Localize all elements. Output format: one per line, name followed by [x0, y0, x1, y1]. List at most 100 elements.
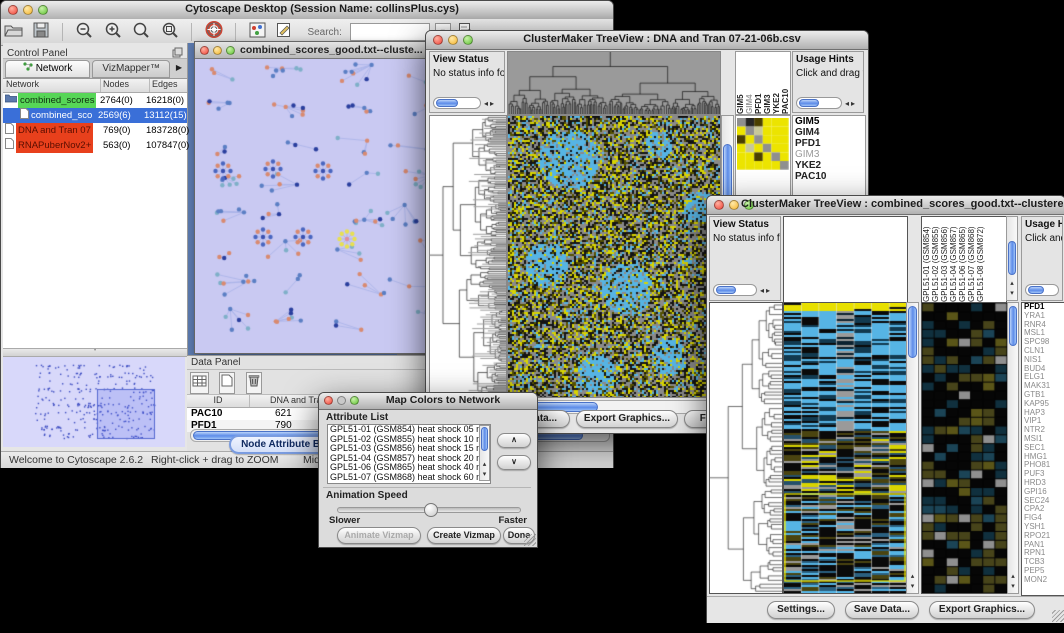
zoom-out-icon[interactable] — [75, 21, 93, 43]
close-button[interactable] — [200, 46, 209, 55]
dialog-title: Map Colors to Network — [359, 394, 527, 406]
file-icon — [3, 108, 29, 123]
save-data-button[interactable]: Save Data... — [845, 601, 919, 619]
gene-dendrogram[interactable] — [429, 115, 507, 398]
minimize-button[interactable] — [729, 200, 739, 210]
array-labels-scrollbar[interactable]: ▴ ▾ — [1006, 216, 1018, 301]
minimize-button[interactable] — [23, 5, 33, 15]
dialog-titlebar[interactable]: Map Colors to Network — [319, 393, 537, 410]
zoom-fit-icon[interactable] — [132, 21, 150, 43]
network-row[interactable]: DNA and Tran 07 769(0) 183728(0) — [3, 123, 187, 138]
treeview2-titlebar[interactable]: ClusterMaker TreeView : combined_scores_… — [707, 196, 1064, 215]
tab-vizmapper[interactable]: VizMapper™ — [92, 60, 170, 78]
help-lifesaver-icon[interactable] — [205, 21, 223, 43]
close-button[interactable] — [8, 5, 18, 15]
network-row[interactable]: RNAPuberNov2+ 563(0) 107847(0) — [3, 138, 187, 153]
array-label[interactable]: GPL51-07 (GSM868) — [967, 217, 976, 302]
resize-grip[interactable] — [1052, 610, 1064, 622]
array-label[interactable]: YKE2 — [772, 52, 781, 114]
gene-label[interactable]: YKE2 — [793, 160, 865, 171]
close-button[interactable] — [324, 396, 333, 405]
search-input[interactable] — [350, 23, 430, 41]
zoom-selected-icon[interactable] — [161, 21, 179, 43]
col-header-network[interactable]: Network — [3, 79, 101, 92]
gene-label[interactable]: GIM4 — [793, 127, 865, 138]
usage-hints-scrollbar[interactable] — [1025, 284, 1059, 296]
main-titlebar[interactable]: Cytoscape Desktop (Session Name: collins… — [1, 1, 613, 20]
gene-label[interactable]: MON2 — [1022, 576, 1064, 585]
view-status-scrollbar[interactable]: ◂▸ — [433, 97, 481, 109]
minimize-button[interactable] — [213, 46, 222, 55]
array-label[interactable]: GIM5 — [736, 52, 745, 114]
tab-network[interactable]: Network — [5, 60, 90, 78]
gene-label[interactable]: PFD1 — [793, 138, 865, 149]
treeview1-titlebar[interactable]: ClusterMaker TreeView : DNA and Tran 07-… — [426, 31, 868, 50]
zoom-heatmap-vscrollbar[interactable]: ▴ ▾ — [1007, 302, 1019, 594]
array-label[interactable]: GPL51-08 (GSM872) — [976, 217, 985, 302]
minimize-button[interactable] — [337, 396, 346, 405]
save-session-icon[interactable] — [33, 22, 49, 43]
array-label[interactable]: GPL51-03 (GSM856) — [940, 217, 949, 302]
delete-attribute-icon[interactable] — [246, 372, 262, 394]
zoom-in-icon[interactable] — [104, 21, 122, 43]
control-panel-title: Control Panel — [7, 48, 68, 59]
settings-button[interactable]: Settings... — [767, 601, 835, 619]
array-label[interactable]: GPL51-01 (GSM854) — [922, 217, 931, 302]
close-button[interactable] — [714, 200, 724, 210]
animate-vizmap-button[interactable]: Animate Vizmap — [337, 527, 421, 544]
global-heatmap[interactable] — [507, 115, 721, 398]
col-header-nodes[interactable]: Nodes — [101, 79, 150, 92]
array-label[interactable]: GPL51-06 (GSM865) — [958, 217, 967, 302]
open-session-icon[interactable] — [4, 22, 23, 43]
zoom-heatmap[interactable] — [921, 302, 1008, 594]
animation-speed-slider[interactable] — [337, 507, 521, 513]
annotation-icon[interactable] — [276, 22, 292, 43]
heatmap-vscrollbar[interactable]: ▴ ▾ — [906, 302, 919, 594]
network-overview-thumbnail[interactable] — [3, 357, 185, 447]
gene-label[interactable]: PAC10 — [793, 171, 865, 182]
gene-label[interactable]: GIM3 — [793, 149, 865, 160]
create-vizmap-button[interactable]: Create Vizmap — [427, 527, 501, 544]
gene-label[interactable]: GIM5 — [793, 116, 865, 127]
float-panel-icon[interactable] — [172, 45, 183, 63]
usage-hints-scrollbar[interactable]: ◂▸ — [796, 97, 842, 109]
new-attribute-icon[interactable] — [219, 372, 235, 394]
vizmapper-icon[interactable] — [249, 22, 266, 43]
array-label[interactable]: GPL51-04 (GSM857) — [949, 217, 958, 302]
export-graphics-button[interactable]: Export Graphics... — [929, 601, 1035, 619]
gene-dendrogram[interactable] — [709, 302, 783, 594]
minimize-button[interactable] — [448, 35, 458, 45]
array-label[interactable]: PAC10 — [781, 52, 790, 114]
data-col-id[interactable]: ID — [187, 395, 250, 407]
scroll-arrows-icon[interactable]: ◂▸ — [760, 286, 772, 295]
scroll-arrows-icon[interactable]: ◂▸ — [484, 99, 496, 108]
zoom-button[interactable] — [350, 396, 359, 405]
slower-label: Slower — [329, 515, 360, 526]
array-label[interactable]: GPL51-02 (GSM855) — [931, 217, 940, 302]
zoom-button[interactable] — [226, 46, 235, 55]
column-dendrogram-area[interactable] — [783, 216, 908, 303]
attribute-item[interactable]: GPL51-07 (GSM868) heat shock 60 min — [328, 473, 478, 483]
move-down-button[interactable]: ∨ — [497, 455, 531, 470]
status-welcome: Welcome to Cytoscape 2.6.2 — [9, 454, 143, 466]
array-label[interactable]: PFD1 — [754, 52, 763, 114]
network-row[interactable]: combined_scores 2764(0) 16218(0) — [3, 93, 187, 108]
col-header-edges[interactable]: Edges — [150, 79, 187, 92]
array-label[interactable]: GIM4 — [745, 52, 754, 114]
attribute-select-icon[interactable] — [190, 372, 209, 394]
view-status-scrollbar[interactable]: ◂▸ — [713, 284, 757, 296]
network-row-selected[interactable]: combined_sco 2569(6) 13112(15) — [3, 108, 187, 123]
treeview-window-combined: ClusterMaker TreeView : combined_scores_… — [706, 195, 1064, 623]
close-button[interactable] — [433, 35, 443, 45]
panel-divider[interactable]: • — [3, 348, 187, 357]
move-up-button[interactable]: ∧ — [497, 433, 531, 448]
slider-thumb[interactable] — [424, 503, 438, 517]
resize-grip[interactable] — [524, 534, 536, 546]
global-heatmap[interactable] — [783, 302, 908, 594]
attribute-list-scrollbar[interactable]: ▴ ▾ — [479, 425, 490, 481]
export-graphics-button[interactable]: Export Graphics... — [576, 410, 678, 428]
array-label[interactable]: GIM3 — [763, 52, 772, 114]
scroll-arrows-icon[interactable]: ◂▸ — [845, 99, 857, 108]
zoom-heatmap[interactable] — [737, 118, 789, 170]
column-dendrogram[interactable] — [507, 51, 721, 115]
